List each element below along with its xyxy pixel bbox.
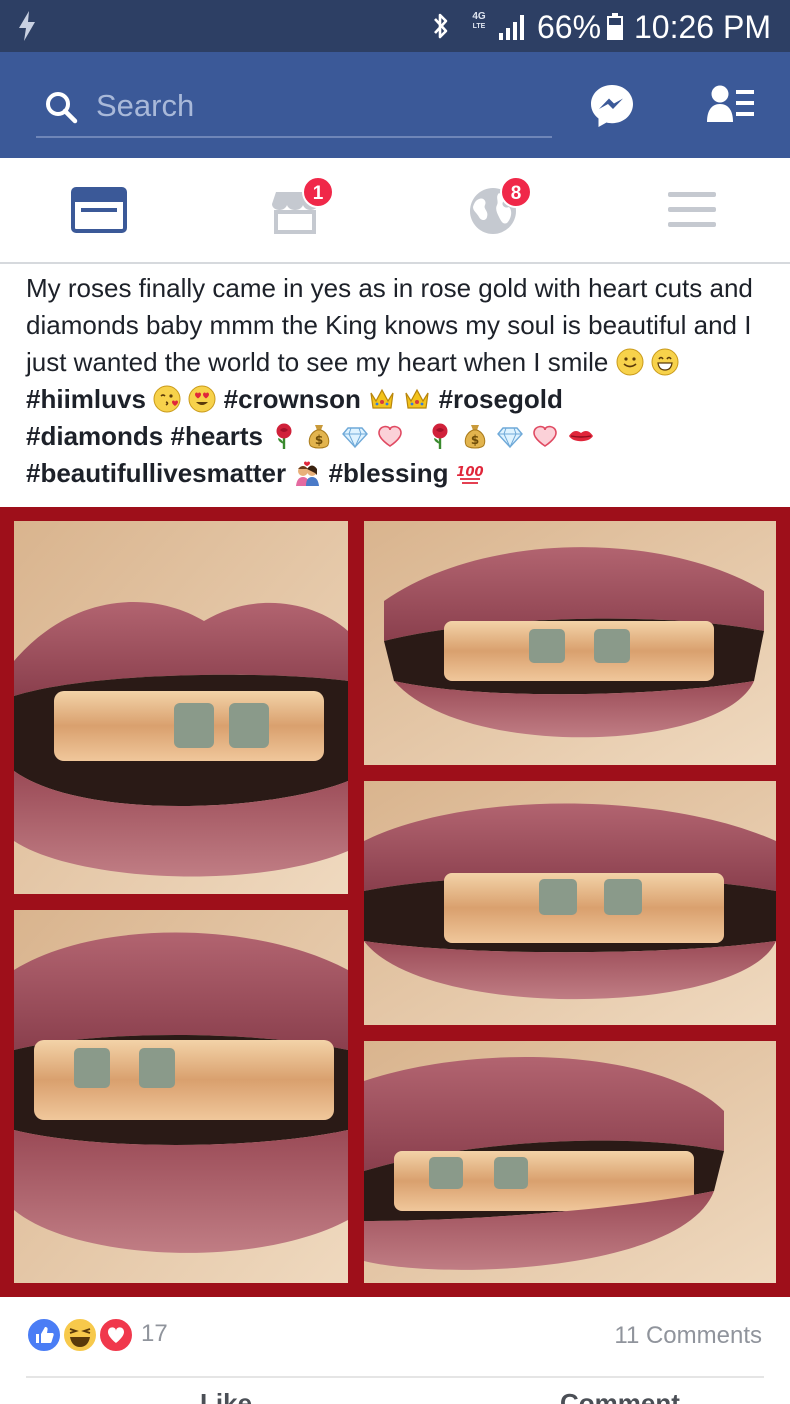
tab-menu[interactable] [622, 158, 762, 262]
news-feed-icon [71, 187, 127, 233]
hashtag-blessing[interactable]: #blessing [329, 458, 449, 488]
comment-button[interactable]: Comment [560, 1388, 680, 1404]
photo-collage[interactable] [0, 507, 790, 1297]
battery-icon [607, 13, 623, 40]
comments-count[interactable]: 11 Comments [614, 1321, 762, 1351]
hundred-emoji-icon: 100 [456, 459, 484, 487]
grillz-photo-1[interactable] [14, 521, 348, 894]
battery-percent: 66% [537, 9, 602, 45]
heart-emoji-icon [376, 422, 404, 450]
reaction-count[interactable]: 17 [141, 1319, 168, 1349]
reaction-icons[interactable] [26, 1317, 134, 1353]
hashtag-crownson[interactable]: #crownson [224, 384, 361, 414]
like-reaction-icon [26, 1317, 62, 1353]
smile-emoji-icon [616, 348, 644, 376]
friend-requests-icon[interactable] [706, 84, 756, 126]
post-body: My roses finally came in yes as in rose … [26, 273, 753, 377]
grillz-photo-3[interactable] [364, 781, 776, 1025]
moneybag-emoji-icon: $ [305, 422, 333, 450]
search-icon [46, 92, 78, 124]
couple-emoji-icon [293, 459, 321, 487]
lips-emoji-icon [567, 422, 595, 450]
tab-news-feed[interactable] [28, 158, 168, 262]
messenger-icon[interactable] [588, 82, 636, 130]
rose-emoji-icon [426, 422, 454, 450]
search-placeholder: Search [96, 88, 195, 123]
heart-eyes-emoji-icon [188, 385, 216, 413]
svg-text:$: $ [315, 433, 323, 447]
tab-marketplace[interactable]: 1 [226, 158, 366, 262]
bluetooth-icon [434, 13, 448, 39]
svg-text:100: 100 [456, 465, 483, 480]
hashtag-hiimluvs[interactable]: #hiimluvs [26, 384, 146, 414]
post-text: My roses finally came in yes as in rose … [26, 270, 766, 492]
grillz-photo-4[interactable] [14, 910, 348, 1283]
like-button[interactable]: Like [200, 1388, 252, 1404]
moneybag-emoji-icon: $ [461, 422, 489, 450]
grillz-photo-2[interactable] [364, 521, 776, 765]
gem-emoji-icon [496, 422, 524, 450]
notifications-badge: 8 [500, 176, 532, 208]
rose-emoji-icon [270, 422, 298, 450]
kiss-emoji-icon [153, 385, 181, 413]
divider [26, 1376, 764, 1378]
crown-emoji-icon [368, 385, 396, 413]
search-input[interactable]: Search [36, 80, 552, 138]
grillz-photo-5[interactable] [364, 1041, 776, 1283]
clock: 10:26 PM [634, 9, 771, 45]
signal-icon [499, 15, 524, 40]
charging-bolt-icon [19, 11, 35, 41]
status-bar: 4G LTE 66% 10:26 PM [0, 0, 790, 52]
grin-emoji-icon [651, 348, 679, 376]
hashtag-hearts[interactable]: #hearts [170, 421, 263, 451]
tab-bar: 1 8 [0, 158, 790, 264]
love-reaction-icon [98, 1317, 134, 1353]
crown-emoji-icon [403, 385, 431, 413]
reactions-bar: 17 11 Comments [0, 1297, 790, 1377]
menu-icon [668, 192, 716, 227]
svg-text:$: $ [471, 433, 479, 447]
haha-reaction-icon [62, 1317, 98, 1353]
action-bar: Like Comment [0, 1380, 790, 1404]
gem-emoji-icon [341, 422, 369, 450]
hashtag-beautifullivesmatter[interactable]: #beautifullivesmatter [26, 458, 286, 488]
network-type: 4G LTE [472, 11, 486, 31]
heart-emoji-icon [531, 422, 559, 450]
tab-notifications[interactable]: 8 [424, 158, 564, 262]
hashtag-diamonds[interactable]: #diamonds [26, 421, 163, 451]
search-header: Search [0, 52, 790, 158]
hashtag-rosegold[interactable]: #rosegold [439, 384, 563, 414]
marketplace-badge: 1 [302, 176, 334, 208]
